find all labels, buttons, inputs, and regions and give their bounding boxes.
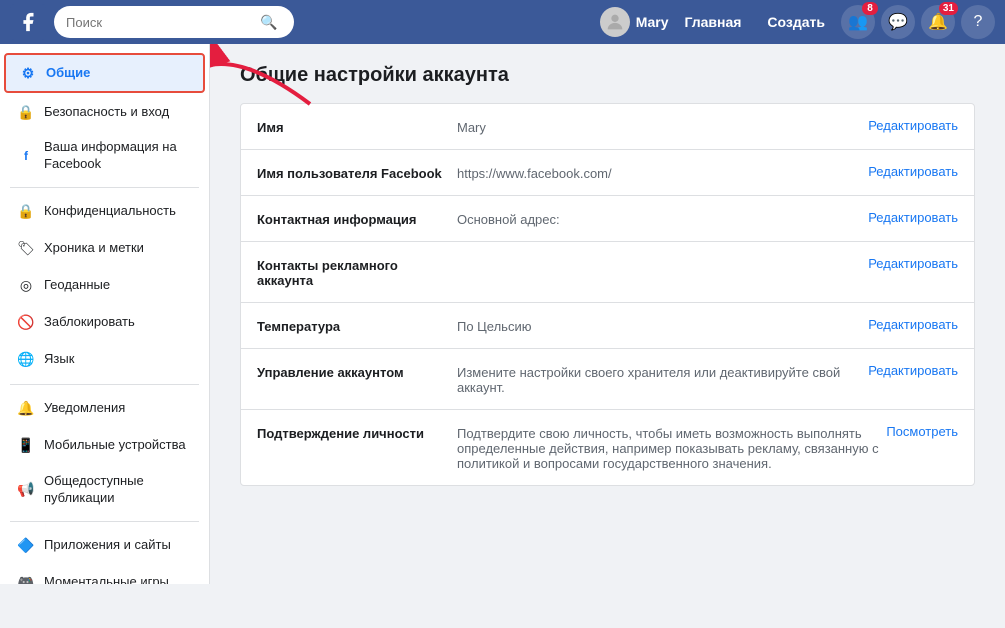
topnav-right: Mary Главная Создать 👥 8 💬 🔔 31 ? [600,5,995,39]
row-value-username: https://www.facebook.com/ [457,164,868,181]
row-value-account-management: Измените настройки своего хранителя или … [457,363,868,395]
settings-row-account-management: Управление аккаунтом Измените настройки … [241,349,974,410]
row-label-contact: Контактная информация [257,210,457,227]
sidebar-label: Язык [44,351,74,368]
sidebar-label: Безопасность и вход [44,104,169,121]
sidebar-label: Конфиденциальность [44,203,176,220]
block-icon: 🚫 [16,313,36,333]
sidebar-item-privacy[interactable]: 🔒 Конфиденциальность [4,194,205,230]
facebook-logo [10,4,46,40]
sidebar-item-location[interactable]: ◎ Геоданные [4,268,205,304]
row-value-identity: Подтвердите свою личность, чтобы иметь в… [457,424,886,471]
sidebar-item-timeline[interactable]: 🏷 Хроника и метки [4,231,205,267]
sidebar-item-general[interactable]: ⚙ Общие [4,53,205,93]
sidebar-label: Приложения и сайты [44,537,171,554]
edit-contact-button[interactable]: Редактировать [868,210,958,225]
row-label-account-management: Управление аккаунтом [257,363,457,380]
settings-row-temperature: Температура По Цельсию Редактировать [241,303,974,349]
edit-account-management-button[interactable]: Редактировать [868,363,958,378]
sidebar: ⚙ Общие 🔒 Безопасность и вход f Ваша инф… [0,44,210,584]
help-icon: ? [974,13,983,31]
sidebar-label: Заблокировать [44,314,135,331]
sidebar-label: Общедоступные публикации [44,473,193,507]
home-link[interactable]: Главная [674,8,751,36]
sidebar-item-security[interactable]: 🔒 Безопасность и вход [4,94,205,130]
view-identity-button[interactable]: Посмотреть [886,424,958,439]
edit-username-button[interactable]: Редактировать [868,164,958,179]
row-value-name: Mary [457,118,868,135]
row-label-ad-contacts: Контакты рекламного аккаунта [257,256,457,288]
sidebar-item-language[interactable]: 🌐 Язык [4,342,205,378]
sidebar-divider-2 [10,384,199,385]
sidebar-divider-3 [10,521,199,522]
notifications-badge: 31 [939,2,958,15]
sidebar-label: Ваша информация на Facebook [44,139,193,173]
sidebar-item-apps[interactable]: 🔷 Приложения и сайты [4,528,205,564]
sidebar-divider-1 [10,187,199,188]
settings-row-ad-contacts: Контакты рекламного аккаунта Редактирова… [241,242,974,303]
row-value-temperature: По Цельсию [457,317,868,334]
sidebar-item-notifications[interactable]: 🔔 Уведомления [4,391,205,427]
settings-row-identity: Подтверждение личности Подтвердите свою … [241,410,974,485]
search-bar[interactable]: 🔍 [54,6,294,38]
top-navigation: 🔍 Mary Главная Создать 👥 8 💬 🔔 31 ? [0,0,1005,44]
notifications-button[interactable]: 🔔 31 [921,5,955,39]
privacy-icon: 🔒 [16,202,36,222]
edit-name-button[interactable]: Редактировать [868,118,958,133]
sidebar-label: Уведомления [44,400,125,417]
general-icon: ⚙ [18,63,38,83]
row-value-ad-contacts [457,256,868,258]
sidebar-item-public[interactable]: 📢 Общедоступные публикации [4,465,205,515]
row-label-temperature: Температура [257,317,457,334]
friends-badge: 8 [862,2,878,15]
page-title: Общие настройки аккаунта [240,64,975,87]
edit-ad-contacts-button[interactable]: Редактировать [868,256,958,271]
edit-temperature-button[interactable]: Редактировать [868,317,958,332]
location-icon: ◎ [16,276,36,296]
user-menu[interactable]: Mary [600,7,669,37]
settings-card: Имя Mary Редактировать Имя пользователя … [240,103,975,486]
help-button[interactable]: ? [961,5,995,39]
row-value-contact: Основной адрес: [457,210,868,227]
friends-icon: 👥 [848,12,868,32]
sidebar-item-mobile[interactable]: 📱 Мобильные устройства [4,428,205,464]
row-label-username: Имя пользователя Facebook [257,164,457,181]
settings-row-contact: Контактная информация Основной адрес: Ре… [241,196,974,242]
create-link[interactable]: Создать [757,8,835,36]
search-input[interactable] [66,15,256,30]
sidebar-item-facebook-info[interactable]: f Ваша информация на Facebook [4,131,205,181]
language-icon: 🌐 [16,350,36,370]
sidebar-label: Моментальные игры [44,574,169,584]
games-icon: 🎮 [16,573,36,584]
sidebar-label: Мобильные устройства [44,437,186,454]
sidebar-item-block[interactable]: 🚫 Заблокировать [4,305,205,341]
sidebar-label: Хроника и метки [44,240,144,257]
sidebar-item-instant-games[interactable]: 🎮 Моментальные игры [4,565,205,584]
search-icon: 🔍 [260,14,277,31]
friends-button[interactable]: 👥 8 [841,5,875,39]
sidebar-label: Геоданные [44,277,110,294]
avatar [600,7,630,37]
public-icon: 📢 [16,480,36,500]
row-label-name: Имя [257,118,457,135]
timeline-icon: 🏷 [16,239,36,259]
mobile-icon: 📱 [16,436,36,456]
apps-icon: 🔷 [16,536,36,556]
facebook-info-icon: f [16,146,36,166]
sidebar-label: Общие [46,65,90,82]
main-layout: ⚙ Общие 🔒 Безопасность и вход f Ваша инф… [0,44,1005,584]
settings-row-name: Имя Mary Редактировать [241,104,974,150]
notifications-icon: 🔔 [16,399,36,419]
security-icon: 🔒 [16,102,36,122]
main-content: Общие настройки аккаунта Имя Mary Редакт… [210,44,1005,584]
settings-row-username: Имя пользователя Facebook https://www.fa… [241,150,974,196]
messenger-icon: 💬 [888,12,908,32]
bell-icon: 🔔 [928,12,948,32]
row-label-identity: Подтверждение личности [257,424,457,441]
messenger-button[interactable]: 💬 [881,5,915,39]
nav-username: Mary [636,14,669,30]
